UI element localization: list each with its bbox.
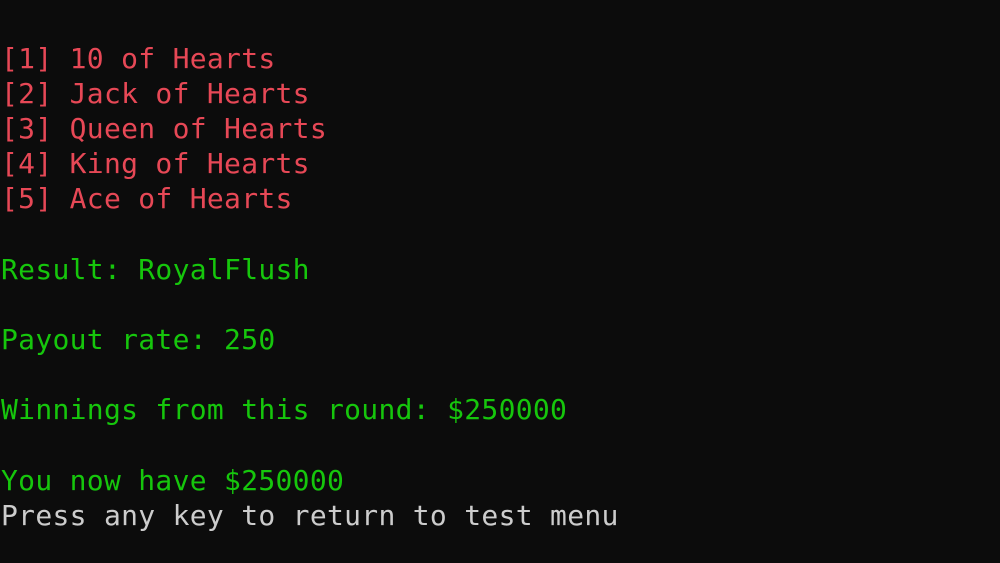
card-line: [1] 10 of Hearts [1,42,276,75]
card-line: [2] Jack of Hearts [1,77,310,110]
card-line: [3] Queen of Hearts [1,112,327,145]
winnings-line: Winnings from this round: $250000 [1,393,568,426]
card-line: [4] King of Hearts [1,147,310,180]
payout-rate-line: Payout rate: 250 [1,323,276,356]
continue-prompt: Press any key to return to test menu [1,499,619,532]
result-line: Result: RoyalFlush [1,253,310,286]
card-line: [5] Ace of Hearts [1,182,293,215]
balance-line: You now have $250000 [1,464,345,497]
console-window[interactable]: [1] 10 of Hearts [2] Jack of Hearts [3] … [0,0,1000,563]
